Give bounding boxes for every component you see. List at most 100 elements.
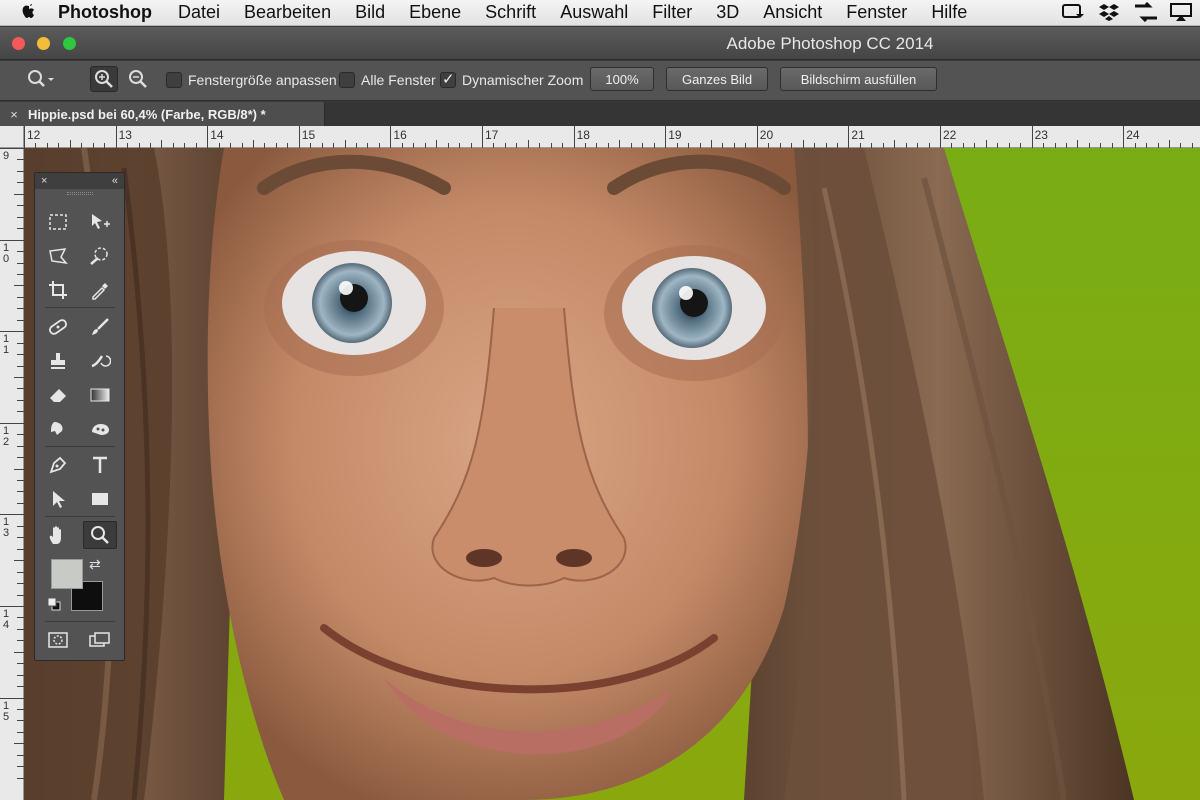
dropbox-icon[interactable] <box>1098 2 1120 22</box>
ruler-ticks <box>24 126 1193 148</box>
smudge-icon <box>51 422 63 435</box>
scrubby-zoom-option[interactable]: Dynamischer Zoom <box>440 67 583 93</box>
tools-panel-header[interactable]: × « <box>35 173 124 189</box>
gradient-icon <box>90 388 110 402</box>
history-brush-icon <box>91 355 111 368</box>
menu-3d[interactable]: 3D <box>716 2 739 23</box>
path-selection-tool[interactable] <box>41 485 75 513</box>
scrubby-zoom-label: Dynamischer Zoom <box>462 72 584 88</box>
clone-stamp-tool[interactable] <box>41 347 75 375</box>
marquee-tool[interactable] <box>41 208 75 236</box>
fit-window-label: Fenstergröße anpassen <box>188 72 337 88</box>
creative-cloud-icon[interactable] <box>1062 2 1084 22</box>
ruler-origin[interactable] <box>0 126 24 148</box>
zoom-in-button[interactable] <box>90 66 118 92</box>
healing-brush-tool[interactable] <box>41 313 75 341</box>
menu-ebene[interactable]: Ebene <box>409 2 461 23</box>
apple-icon[interactable] <box>0 1 58 24</box>
swap-colors-icon[interactable]: ⇄ <box>89 556 101 573</box>
menu-bild[interactable]: Bild <box>355 2 385 23</box>
gradient-tool[interactable] <box>83 381 117 409</box>
move-icon <box>92 214 110 229</box>
crop-icon <box>49 281 67 299</box>
menu-datei[interactable]: Datei <box>178 2 220 23</box>
all-windows-checkbox[interactable] <box>339 72 355 88</box>
tool-separator <box>45 446 115 447</box>
document-tab-label: Hippie.psd bei 60,4% (Farbe, RGB/8*) * <box>28 106 266 122</box>
document-tab[interactable]: × Hippie.psd bei 60,4% (Farbe, RGB/8*) * <box>0 102 325 126</box>
screen-mode-button[interactable] <box>83 626 117 654</box>
move-tool[interactable] <box>83 208 117 236</box>
menu-hilfe[interactable]: Hilfe <box>931 2 967 23</box>
hand-tool[interactable] <box>41 521 75 549</box>
type-tool[interactable] <box>83 451 117 479</box>
close-panel-icon[interactable]: × <box>41 175 47 187</box>
zoom-100-button[interactable]: 100% <box>590 67 654 91</box>
rectangle-tool[interactable] <box>83 485 117 513</box>
fit-screen-button[interactable]: Ganzes Bild <box>666 67 768 91</box>
blur-tool[interactable] <box>41 415 75 443</box>
ruler-label: 13 <box>3 516 10 540</box>
default-colors-icon[interactable] <box>47 597 61 616</box>
fit-window-checkbox[interactable] <box>166 72 182 88</box>
ruler-label: 15 <box>301 128 316 142</box>
rectangle-icon <box>92 493 108 505</box>
ruler-ticks-left <box>0 148 24 779</box>
stamp-icon <box>51 353 65 369</box>
ruler-label: 17 <box>485 128 499 142</box>
zoom-in-icon <box>95 70 113 88</box>
dodge-tool[interactable] <box>83 415 117 443</box>
zoom-out-button[interactable] <box>124 66 152 92</box>
menu-fenster[interactable]: Fenster <box>846 2 907 23</box>
menu-filter[interactable]: Filter <box>652 2 692 23</box>
zoom-out-icon <box>129 70 147 88</box>
ruler-label: 15 <box>3 699 10 723</box>
ruler-label: 14 <box>3 608 10 631</box>
all-windows-option[interactable]: Alle Fenster <box>339 67 436 93</box>
crop-tool[interactable] <box>41 276 75 304</box>
vertical-ruler[interactable]: 9 10 11 12 13 14 15 <box>0 126 24 800</box>
ruler-label: 24 <box>1126 128 1140 142</box>
horizontal-ruler[interactable]: 12 13 14 15 16 17 18 19 20 21 22 23 24 <box>24 126 1200 148</box>
fit-window-option[interactable]: Fenstergröße anpassen <box>166 67 337 93</box>
ruler-label: 12 <box>27 128 41 142</box>
zoom-tool[interactable] <box>83 521 117 549</box>
ruler-label: 11 <box>3 333 10 357</box>
quick-mask-icon <box>48 632 68 648</box>
menu-app-photoshop[interactable]: Photoshop <box>58 2 152 23</box>
document-canvas[interactable] <box>24 148 1200 800</box>
lasso-tool[interactable] <box>41 242 75 270</box>
ruler-label: 22 <box>943 128 957 142</box>
ruler-label: 18 <box>576 128 590 142</box>
ruler-label: 23 <box>1034 128 1048 142</box>
zoom-icon <box>91 526 109 544</box>
quick-mask-button[interactable] <box>41 626 75 654</box>
eraser-tool[interactable] <box>41 381 75 409</box>
quick-selection-tool[interactable] <box>83 242 117 270</box>
magnifier-icon <box>28 70 54 87</box>
window-titlebar: Adobe Photoshop CC 2014 <box>0 27 1200 60</box>
polygon-lasso-icon <box>49 248 68 265</box>
airplay-icon[interactable] <box>1170 2 1192 22</box>
collapse-panel-icon[interactable]: « <box>112 175 118 187</box>
panel-grip[interactable] <box>35 189 124 197</box>
close-tab-icon[interactable]: × <box>0 107 28 122</box>
menubar-tray <box>1062 1 1192 23</box>
pen-tool[interactable] <box>41 451 75 479</box>
ruler-label: 21 <box>851 128 865 142</box>
eyedropper-tool[interactable] <box>83 276 117 304</box>
brush-icon <box>92 318 109 335</box>
menu-auswahl[interactable]: Auswahl <box>560 2 628 23</box>
menu-ansicht[interactable]: Ansicht <box>763 2 822 23</box>
fill-screen-button[interactable]: Bildschirm ausfüllen <box>780 67 937 91</box>
brush-tool[interactable] <box>83 313 117 341</box>
history-brush-tool[interactable] <box>83 347 117 375</box>
zoom-tool-preset-picker[interactable] <box>26 66 54 92</box>
foreground-color-swatch[interactable] <box>51 559 83 589</box>
photo-hippie-face <box>24 148 1200 800</box>
arrows-icon[interactable] <box>1134 1 1157 23</box>
menu-schrift[interactable]: Schrift <box>485 2 536 23</box>
menu-bearbeiten[interactable]: Bearbeiten <box>244 2 331 23</box>
ruler-label: 13 <box>118 128 132 142</box>
scrubby-zoom-checkbox[interactable] <box>440 70 456 88</box>
